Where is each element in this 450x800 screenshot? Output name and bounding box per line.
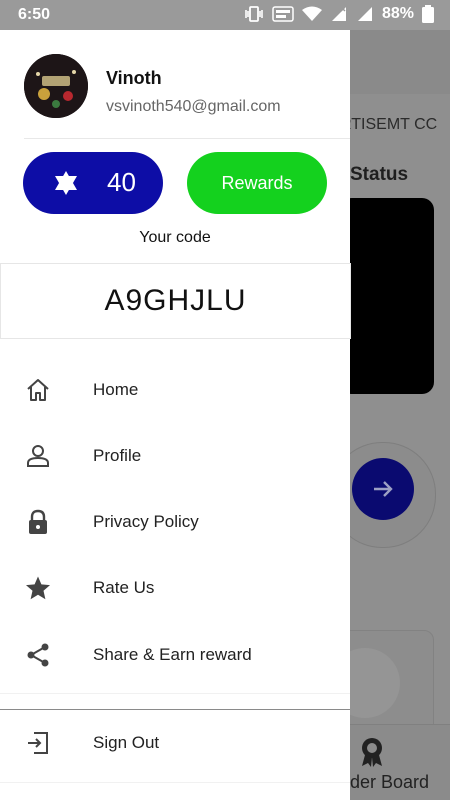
status-icons: 88% [244,5,434,23]
star-of-david-icon [55,171,77,195]
person-icon [24,442,52,470]
share-icon [24,641,52,669]
background-screen[interactable]: RTISEMT CC Status der Board [350,30,450,800]
menu-item-home[interactable]: Home [0,360,350,420]
award-icon [362,738,382,767]
signal-x-icon [331,6,346,21]
divider [0,709,350,710]
navigation-drawer: Vinoth vsvinoth540@gmail.com 40 Rewards … [0,30,351,800]
referral-code[interactable]: A9GHJLU [0,263,351,339]
background-leaderboard-tab[interactable]: der Board [350,772,429,793]
user-name: Vinoth [106,68,162,88]
background-status-heading: Status [350,164,409,185]
menu-item-privacy-policy[interactable]: Privacy Policy [0,492,350,552]
background-app-bar [350,30,450,94]
user-email: vsvinoth540@gmail.com [106,98,281,115]
avatar-image [24,54,88,118]
menu-item-rate-us[interactable]: Rate Us [0,558,350,618]
home-icon [24,376,52,404]
signal-icon [357,7,372,21]
status-bar: 6:50 88% [0,0,450,30]
volte-icon [272,6,294,22]
wifi-icon [301,6,322,21]
sign-out-icon [24,729,52,757]
status-time: 6:50 [18,6,51,23]
menu-label-privacy-policy: Privacy Policy [93,512,199,531]
vibrate-icon [245,6,263,22]
menu-item-share[interactable]: Share & Earn reward [0,625,350,685]
sign-out-button[interactable]: Sign Out [0,713,350,773]
battery-icon [422,5,434,23]
your-code-label: Your code [139,229,211,246]
background-next-button[interactable] [352,458,414,520]
menu-label-rate-us: Rate Us [93,578,155,597]
points-button[interactable]: 40 [23,152,163,214]
background-status-card [350,198,434,394]
lock-icon [24,508,52,536]
divider [0,782,350,783]
menu-item-profile[interactable]: Profile [0,426,350,486]
divider [0,693,350,694]
star-icon [24,574,52,602]
battery-percent: 88% [381,5,414,22]
menu-label-share: Share & Earn reward [93,645,252,664]
points-value: 40 [107,167,136,197]
rewards-button[interactable]: Rewards [187,152,327,214]
background-banner-text: RTISEMT CC [350,116,438,133]
menu-label-home: Home [93,380,139,399]
divider [24,138,350,139]
menu-label-profile: Profile [93,446,142,465]
arrow-right-icon [374,481,393,497]
avatar[interactable] [24,54,88,118]
sign-out-label: Sign Out [93,733,160,752]
